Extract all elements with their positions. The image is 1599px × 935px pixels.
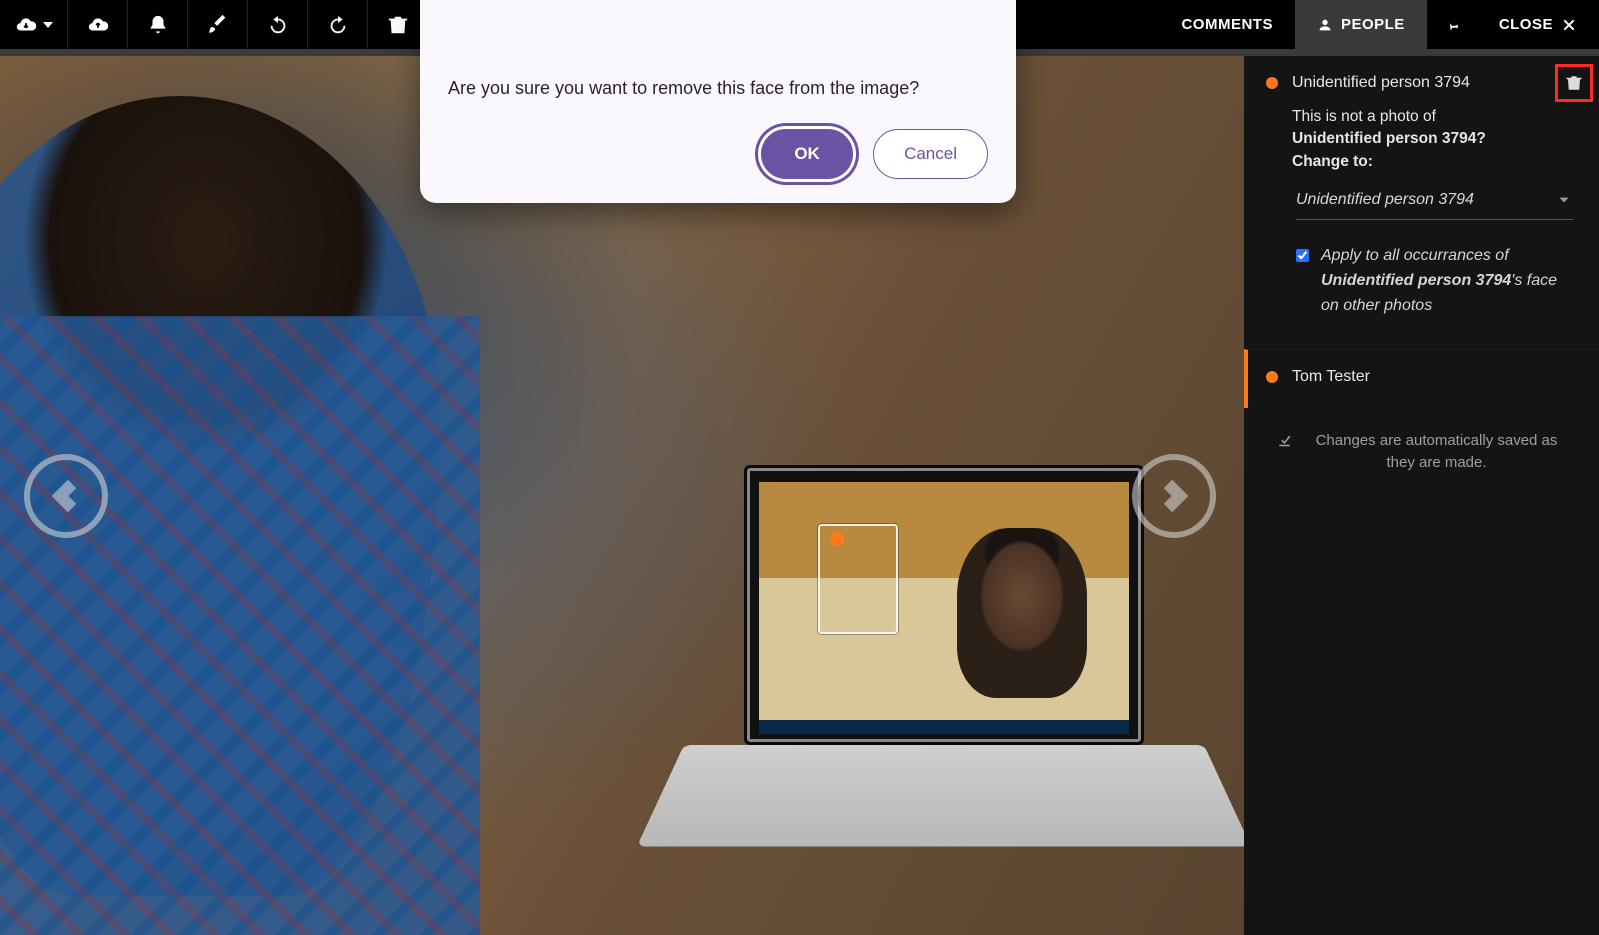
person-header-2: Tom Tester <box>1266 368 1583 386</box>
cloud-download-icon <box>15 14 37 36</box>
photo-face-on-screen <box>957 528 1087 698</box>
next-photo-button[interactable] <box>1132 454 1216 538</box>
not-photo-line1: This is not a photo of <box>1292 108 1436 125</box>
chevron-down-icon <box>1557 193 1571 207</box>
person-marker-dot <box>1266 371 1278 383</box>
brush-button[interactable] <box>188 0 248 49</box>
photo-laptop-keyboard <box>637 745 1244 847</box>
change-to-label: Change to: <box>1292 153 1373 170</box>
download-menu-button[interactable] <box>0 0 68 49</box>
apply-all-checkbox[interactable] <box>1296 247 1309 264</box>
autosave-text: Changes are automatically saved as they … <box>1307 430 1567 475</box>
apply-name: Unidentified person 3794 <box>1321 272 1511 289</box>
photo-laptop <box>684 465 1204 895</box>
person-name-2: Tom Tester <box>1292 368 1370 386</box>
close-label: CLOSE <box>1499 16 1553 33</box>
bell-icon <box>147 14 169 36</box>
autosave-notice: Changes are automatically saved as they … <box>1244 408 1599 497</box>
upload-button[interactable] <box>68 0 128 49</box>
tab-comments[interactable]: COMMENTS <box>1159 0 1295 49</box>
person-card-2[interactable]: Tom Tester <box>1244 349 1599 408</box>
remove-face-button[interactable] <box>1555 64 1593 102</box>
pin-button[interactable] <box>1427 0 1477 49</box>
photo-subject-shirt <box>0 316 480 935</box>
person-marker-dot <box>1266 77 1278 89</box>
app-root: COMMENTS PEOPLE CLOSE <box>0 0 1599 935</box>
cloud-upload-icon <box>87 14 109 36</box>
chevron-left-icon <box>48 478 84 514</box>
person-card-1: Unidentified person 3794 This is not a p… <box>1244 56 1599 341</box>
tab-people[interactable]: PEOPLE <box>1295 0 1427 49</box>
close-button[interactable]: CLOSE <box>1477 0 1599 49</box>
cancel-button[interactable]: Cancel <box>873 129 988 179</box>
notifications-button[interactable] <box>128 0 188 49</box>
rotate-left-icon <box>267 14 289 36</box>
photo-laptop-taskbar <box>759 720 1129 734</box>
person-icon <box>1317 17 1333 33</box>
not-photo-qmark: ? <box>1476 130 1485 147</box>
dropdown-selected-value: Unidentified person 3794 <box>1296 191 1474 209</box>
not-photo-text: This is not a photo of Unidentified pers… <box>1292 106 1583 173</box>
trash-icon <box>387 14 409 36</box>
prev-photo-button[interactable] <box>24 454 108 538</box>
ok-button[interactable]: OK <box>761 129 853 179</box>
rotate-left-button[interactable] <box>248 0 308 49</box>
tab-comments-label: COMMENTS <box>1181 16 1273 33</box>
photo-laptop-screen <box>744 465 1144 745</box>
change-person-dropdown[interactable]: Unidentified person 3794 <box>1296 185 1573 220</box>
rotate-right-icon <box>327 14 349 36</box>
confirm-remove-dialog: Are you sure you want to remove this fac… <box>420 0 1016 203</box>
not-photo-name: Unidentified person 3794 <box>1292 130 1476 147</box>
save-check-icon <box>1277 432 1295 450</box>
dialog-message: Are you sure you want to remove this fac… <box>448 78 988 99</box>
face-detection-box[interactable] <box>818 524 898 634</box>
person-name-1: Unidentified person 3794 <box>1292 74 1470 92</box>
toolbar-right: COMMENTS PEOPLE CLOSE <box>1159 0 1599 49</box>
close-icon <box>1561 17 1577 33</box>
person-header-1[interactable]: Unidentified person 3794 <box>1266 74 1583 92</box>
dialog-actions: OK Cancel <box>448 129 988 179</box>
brush-icon <box>207 14 229 36</box>
apply-all-row: Apply to all occurrances of Unidentified… <box>1296 244 1573 318</box>
chevron-right-icon <box>1156 478 1192 514</box>
face-detection-marker <box>830 532 844 546</box>
delete-button[interactable] <box>368 0 428 49</box>
apply-pre: Apply to all occurrances of <box>1321 247 1509 264</box>
tab-people-label: PEOPLE <box>1341 16 1405 33</box>
rotate-right-button[interactable] <box>308 0 368 49</box>
caret-down-icon <box>43 22 53 28</box>
toolbar-left <box>0 0 428 49</box>
people-panel: Unidentified person 3794 This is not a p… <box>1244 56 1599 935</box>
pin-icon <box>1441 13 1464 36</box>
trash-icon <box>1565 74 1583 92</box>
apply-all-label: Apply to all occurrances of Unidentified… <box>1321 244 1573 318</box>
